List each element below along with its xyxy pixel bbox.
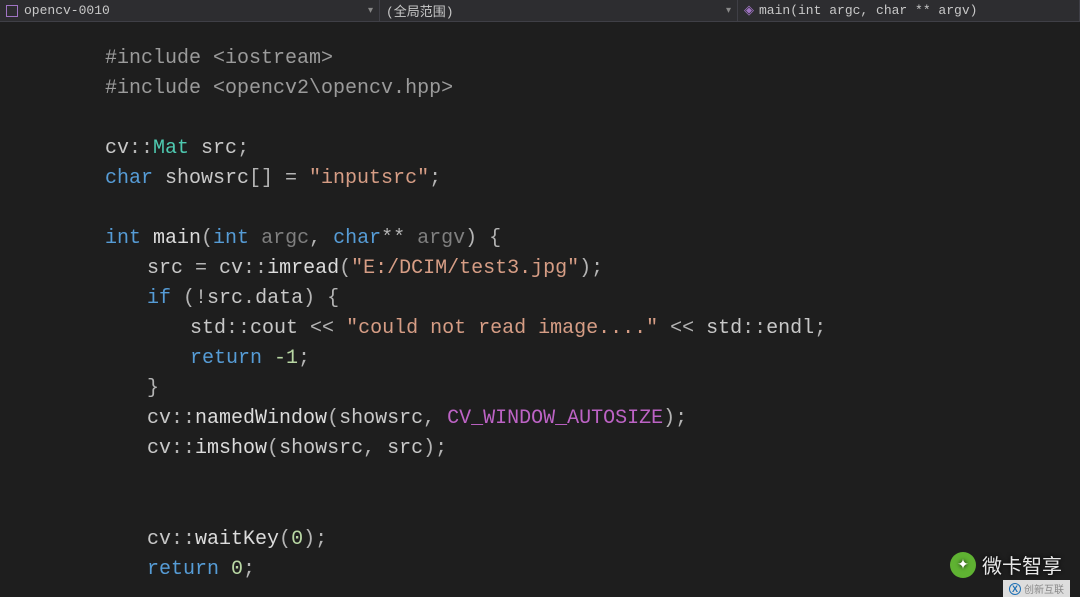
- watermark-brand: ✦ 微卡智享: [950, 550, 1062, 579]
- code-line: cv::waitKey(0);: [105, 525, 1080, 555]
- code-line: }: [105, 374, 1080, 404]
- watermark-footer: X 创新互联: [1003, 580, 1070, 597]
- code-line: cv::Mat src;: [105, 134, 1080, 164]
- code-line: int main(int argc, char** argv) {: [105, 224, 1080, 254]
- function-selector[interactable]: ◈ main(int argc, char ** argv): [738, 0, 1080, 21]
- code-editor[interactable]: #include <iostream> #include <opencv2\op…: [0, 22, 1080, 597]
- function-signature: main(int argc, char ** argv): [759, 3, 977, 18]
- navigation-breadcrumb: opencv-0010 ▾ (全局范围) ▾ ◈ main(int argc, …: [0, 0, 1080, 22]
- editor-gutter: [0, 22, 40, 597]
- wechat-icon: ✦: [950, 552, 976, 578]
- scope-selector[interactable]: (全局范围) ▾: [380, 0, 738, 21]
- code-line: std::cout << "could not read image...." …: [105, 314, 1080, 344]
- code-line: if (!src.data) {: [105, 284, 1080, 314]
- code-line: cv::imshow(showsrc, src);: [105, 434, 1080, 464]
- dropdown-icon: ▾: [726, 5, 731, 17]
- code-line: return -1;: [105, 344, 1080, 374]
- watermark-text: 微卡智享: [982, 550, 1062, 579]
- watermark-footer-text: 创新互联: [1024, 581, 1064, 596]
- code-content[interactable]: #include <iostream> #include <opencv2\op…: [40, 22, 1080, 597]
- project-icon: [6, 5, 18, 17]
- dropdown-icon: ▾: [368, 5, 373, 17]
- project-name: opencv-0010: [24, 3, 110, 18]
- code-line: #include <iostream>: [105, 44, 1080, 74]
- project-selector[interactable]: opencv-0010 ▾: [0, 0, 380, 21]
- scope-label: (全局范围): [386, 1, 454, 20]
- function-icon: ◈: [744, 3, 754, 18]
- code-line: return 0;: [105, 555, 1080, 585]
- code-line: char showsrc[] = "inputsrc";: [105, 164, 1080, 194]
- code-line: src = cv::imread("E:/DCIM/test3.jpg");: [105, 254, 1080, 284]
- code-line: cv::namedWindow(showsrc, CV_WINDOW_AUTOS…: [105, 404, 1080, 434]
- code-line: #include <opencv2\opencv.hpp>: [105, 74, 1080, 104]
- logo-icon: X: [1009, 583, 1021, 595]
